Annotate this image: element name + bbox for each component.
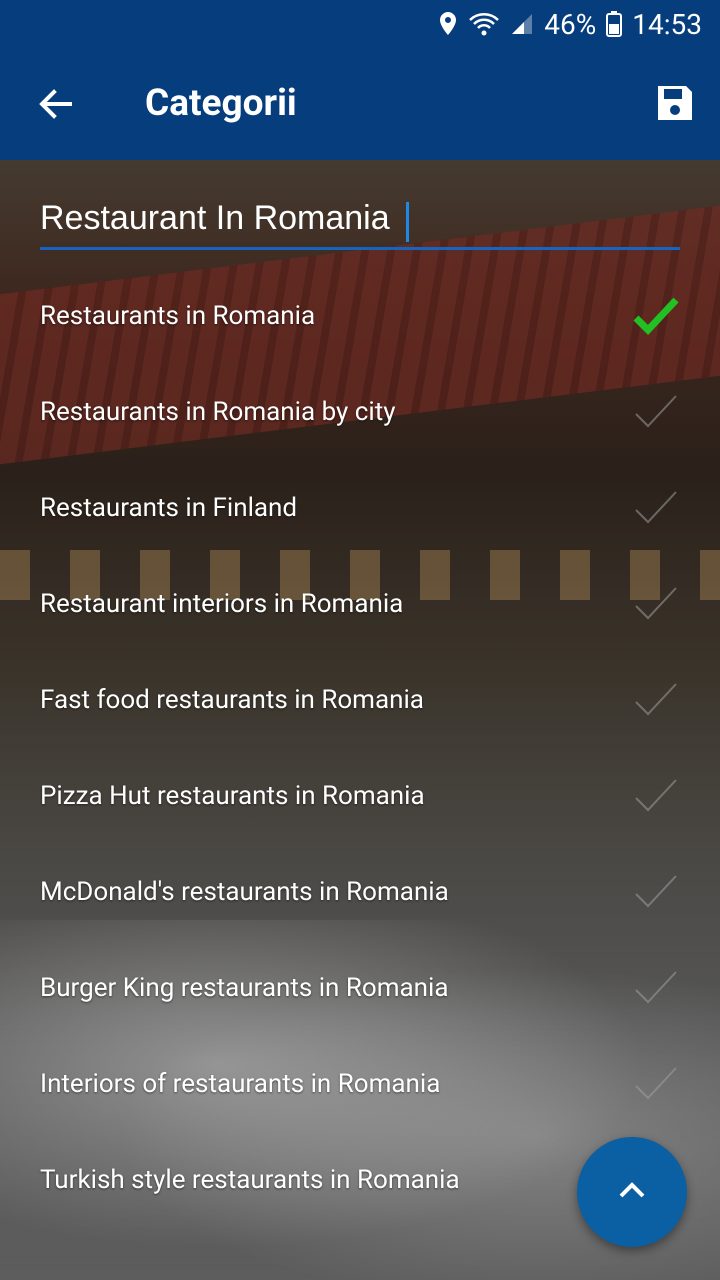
category-label: Interiors of restaurants in Romania xyxy=(40,1069,441,1099)
page-title: Categorii xyxy=(145,82,297,125)
scroll-top-button[interactable] xyxy=(577,1137,687,1247)
category-label: Turkish style restaurants in Romania xyxy=(40,1165,460,1195)
category-item[interactable]: Restaurant interiors in Romania xyxy=(0,556,720,652)
search-input[interactable] xyxy=(40,190,680,250)
battery-percent: 46% xyxy=(544,7,597,41)
category-label: Restaurants in Finland xyxy=(40,493,298,523)
checkmark-icon[interactable] xyxy=(632,1062,680,1106)
category-item[interactable]: Restaurants in Finland xyxy=(0,460,720,556)
category-label: Restaurant interiors in Romania xyxy=(40,589,404,619)
checkmark-icon[interactable] xyxy=(632,582,680,626)
category-item[interactable]: Fast food restaurants in Romania xyxy=(0,652,720,748)
category-item[interactable]: Burger King restaurants in Romania xyxy=(0,940,720,1036)
signal-icon xyxy=(510,12,534,36)
category-item[interactable]: Interiors of restaurants in Romania xyxy=(0,1036,720,1132)
category-label: Restaurants in Romania by city xyxy=(40,397,396,427)
checkmark-icon[interactable] xyxy=(632,678,680,722)
clock: 14:53 xyxy=(632,7,702,41)
category-label: Restaurants in Romania xyxy=(40,301,316,331)
save-button[interactable] xyxy=(652,82,698,128)
status-bar: 46% 14:53 xyxy=(0,0,720,48)
category-label: McDonald's restaurants in Romania xyxy=(40,877,449,907)
category-item[interactable]: Pizza Hut restaurants in Romania xyxy=(0,748,720,844)
battery-icon xyxy=(606,11,623,37)
category-label: Burger King restaurants in Romania xyxy=(40,973,449,1003)
search-field-container xyxy=(40,190,680,254)
location-icon xyxy=(438,11,458,37)
save-icon xyxy=(655,83,695,127)
back-button[interactable] xyxy=(30,80,82,132)
checkmark-icon[interactable] xyxy=(632,870,680,914)
checkmark-icon[interactable] xyxy=(632,774,680,818)
category-item[interactable]: McDonald's restaurants in Romania xyxy=(0,844,720,940)
checkmark-icon[interactable] xyxy=(632,390,680,434)
category-item[interactable]: Restaurants in Romania by city xyxy=(0,364,720,460)
chevron-up-icon xyxy=(617,1180,647,1204)
checkmark-icon[interactable] xyxy=(632,966,680,1010)
app-bar: Categorii xyxy=(0,48,720,160)
wifi-icon xyxy=(468,11,500,37)
category-item[interactable]: Restaurants in Romania xyxy=(0,268,720,364)
checkmark-checked-icon[interactable] xyxy=(632,294,680,338)
category-label: Fast food restaurants in Romania xyxy=(40,685,424,715)
arrow-back-icon xyxy=(38,86,74,126)
checkmark-icon[interactable] xyxy=(632,486,680,530)
category-label: Pizza Hut restaurants in Romania xyxy=(40,781,425,811)
category-list: Restaurants in Romania Restaurants in Rom… xyxy=(0,268,720,1228)
text-caret xyxy=(406,202,409,242)
